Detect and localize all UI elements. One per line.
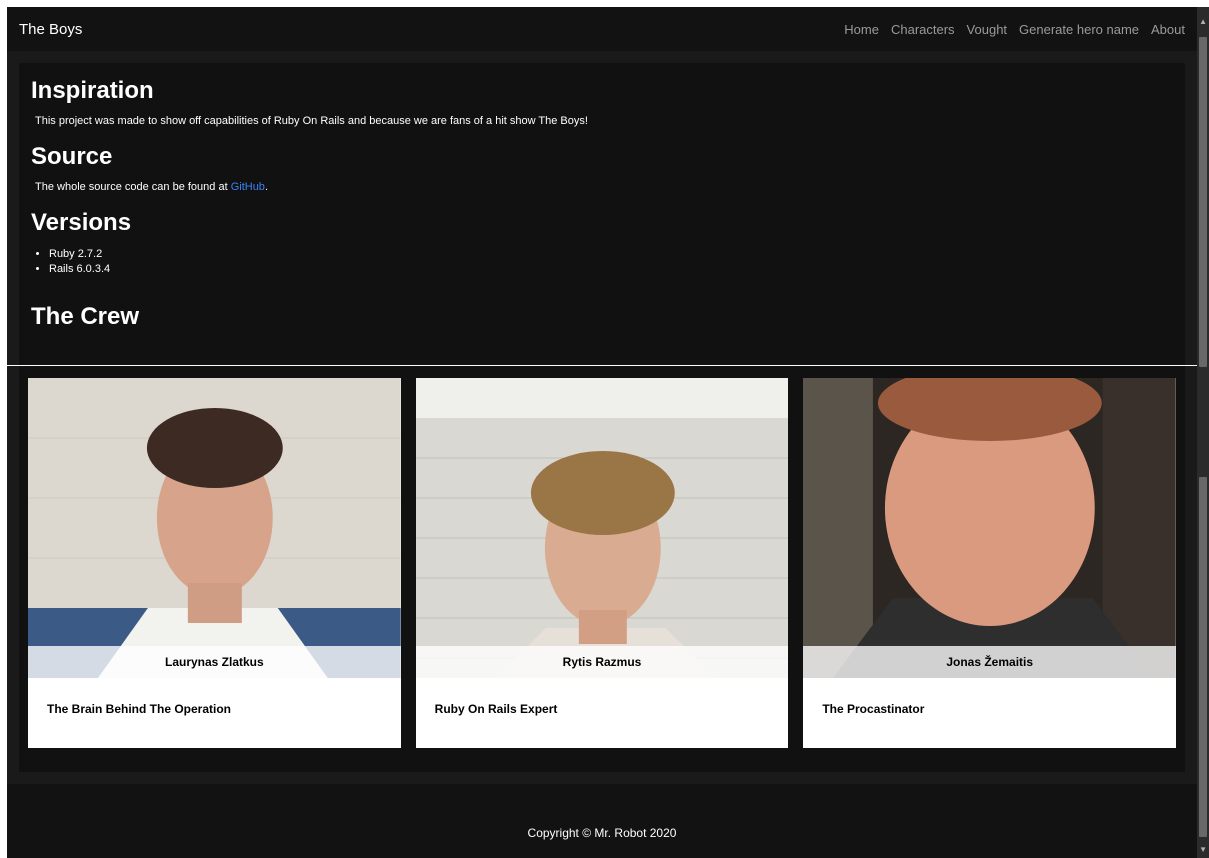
page-bottom-region: Laurynas Zlatkus The Brain Behind The Op… (7, 366, 1197, 858)
version-item: Ruby 2.7.2 (49, 247, 1173, 262)
crew-card: Rytis Razmus Ruby On Rails Expert (415, 378, 789, 748)
page-top-region: The Boys Home Characters Vought Generate… (7, 7, 1197, 365)
nav-about[interactable]: About (1151, 22, 1185, 37)
nav-home[interactable]: Home (844, 22, 879, 37)
crew-photo: Jonas Žemaitis (803, 378, 1177, 678)
portrait-image (28, 378, 401, 678)
brand-link[interactable]: The Boys (19, 21, 82, 38)
crew-role: Ruby On Rails Expert (434, 702, 558, 716)
copyright-text: Copyright © Mr. Robot 2020 (527, 826, 677, 840)
crew-photo: Rytis Razmus (415, 378, 789, 678)
nav-generate-hero-name[interactable]: Generate hero name (1019, 22, 1139, 37)
crew-list: Laurynas Zlatkus The Brain Behind The Op… (19, 366, 1185, 772)
about-content: Inspiration This project was made to sho… (19, 63, 1185, 365)
scroll-up-arrow-icon[interactable]: ▲ (1199, 17, 1207, 26)
inspiration-heading: Inspiration (31, 77, 154, 104)
scroll-thumb[interactable] (1199, 477, 1207, 837)
crew-card: Jonas Žemaitis The Procastinator (803, 378, 1177, 748)
nav-vought[interactable]: Vought (967, 22, 1008, 37)
scroll-thumb[interactable] (1199, 37, 1207, 367)
portrait-image (803, 378, 1177, 678)
inspiration-text: This project was made to show off capabi… (35, 115, 588, 127)
github-link[interactable]: GitHub (231, 181, 265, 193)
versions-heading: Versions (31, 209, 132, 236)
crew-heading: The Crew (31, 303, 140, 330)
crew-photo: Laurynas Zlatkus (28, 378, 401, 678)
crew-name: Rytis Razmus (415, 646, 789, 678)
navbar: The Boys Home Characters Vought Generate… (7, 7, 1197, 51)
crew-role: The Procastinator (822, 702, 925, 716)
portrait-image (415, 378, 789, 678)
crew-card: Laurynas Zlatkus The Brain Behind The Op… (28, 378, 401, 748)
source-text: The whole source code can be found at Gi… (35, 181, 268, 193)
nav-links: Home Characters Vought Generate hero nam… (844, 22, 1185, 37)
crew-name: Laurynas Zlatkus (28, 646, 401, 678)
crew-role: The Brain Behind The Operation (47, 702, 232, 716)
crew-name: Jonas Žemaitis (803, 646, 1177, 678)
page-scrollbar[interactable]: ▲ ▼ (1197, 7, 1209, 858)
source-heading: Source (31, 143, 113, 170)
version-item: Rails 6.0.3.4 (49, 262, 1173, 277)
footer: Copyright © Mr. Robot 2020 (7, 784, 1197, 858)
versions-list: Ruby 2.7.2 Rails 6.0.3.4 (49, 247, 1173, 277)
nav-characters[interactable]: Characters (891, 22, 955, 37)
scroll-down-arrow-icon[interactable]: ▼ (1199, 845, 1207, 854)
